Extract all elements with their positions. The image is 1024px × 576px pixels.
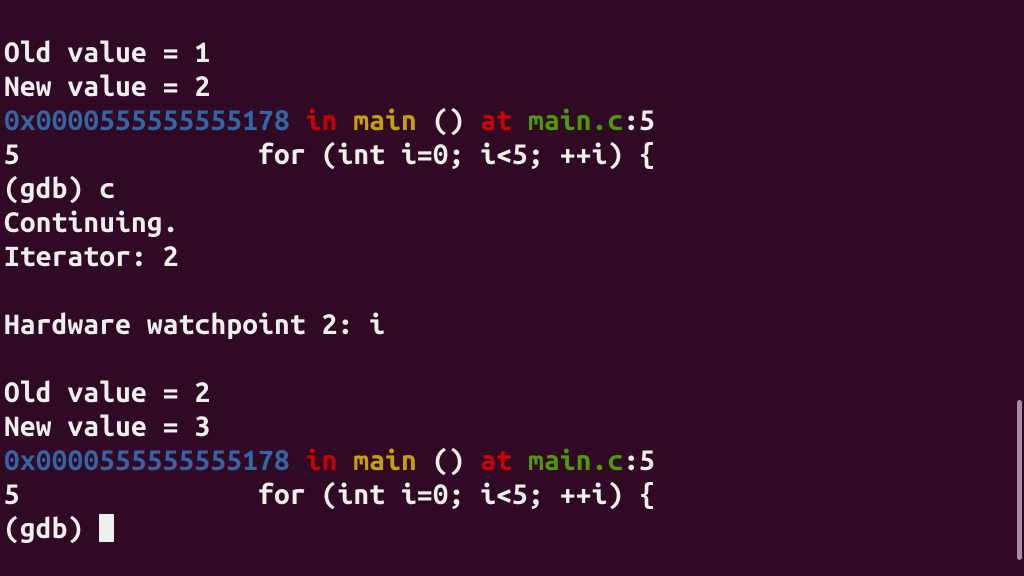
source-lineno-b: 5 bbox=[4, 479, 20, 510]
source-pad-a bbox=[20, 139, 258, 170]
colon-1: : bbox=[623, 105, 639, 136]
line-number-2: 5 bbox=[639, 445, 655, 476]
keyword-in-2: in bbox=[290, 445, 354, 476]
parens-1: () bbox=[433, 105, 481, 136]
parens-2: () bbox=[433, 445, 481, 476]
source-file-1: main.c bbox=[528, 105, 623, 136]
address-1: 0x0000555555555178 bbox=[4, 105, 290, 136]
address-2: 0x0000555555555178 bbox=[4, 445, 290, 476]
keyword-in-1: in bbox=[290, 105, 354, 136]
cursor-icon[interactable] bbox=[99, 514, 114, 542]
continuing-msg: Continuing. bbox=[4, 207, 179, 238]
function-name-1: main bbox=[353, 105, 432, 136]
value-old-2: Old value = 2 bbox=[4, 377, 210, 408]
line-number-1: 5 bbox=[639, 105, 655, 136]
scrollbar-thumb[interactable] bbox=[1017, 400, 1022, 560]
function-name-2: main bbox=[353, 445, 432, 476]
terminal-output[interactable]: Old value = 1 New value = 2 0x0000555555… bbox=[0, 0, 1024, 550]
keyword-at-1: at bbox=[480, 105, 528, 136]
source-pad-b bbox=[20, 479, 258, 510]
watchpoint-msg: Hardware watchpoint 2: i bbox=[4, 309, 385, 340]
source-code-a: for (int i=0; i<5; ++i) { bbox=[258, 139, 655, 170]
gdb-prompt-2[interactable]: (gdb) bbox=[4, 513, 99, 544]
value-old-1: Old value = 1 bbox=[4, 37, 210, 68]
value-new-2: New value = 3 bbox=[4, 411, 210, 442]
source-lineno-a: 5 bbox=[4, 139, 20, 170]
colon-2: : bbox=[623, 445, 639, 476]
value-new-1: New value = 2 bbox=[4, 71, 210, 102]
scrollbar[interactable] bbox=[1015, 0, 1024, 576]
gdb-prompt-1: (gdb) bbox=[4, 173, 99, 204]
gdb-command-continue: c bbox=[99, 173, 115, 204]
keyword-at-2: at bbox=[480, 445, 528, 476]
source-file-2: main.c bbox=[528, 445, 623, 476]
source-code-b: for (int i=0; i<5; ++i) { bbox=[258, 479, 655, 510]
program-output-iterator: Iterator: 2 bbox=[4, 241, 179, 272]
